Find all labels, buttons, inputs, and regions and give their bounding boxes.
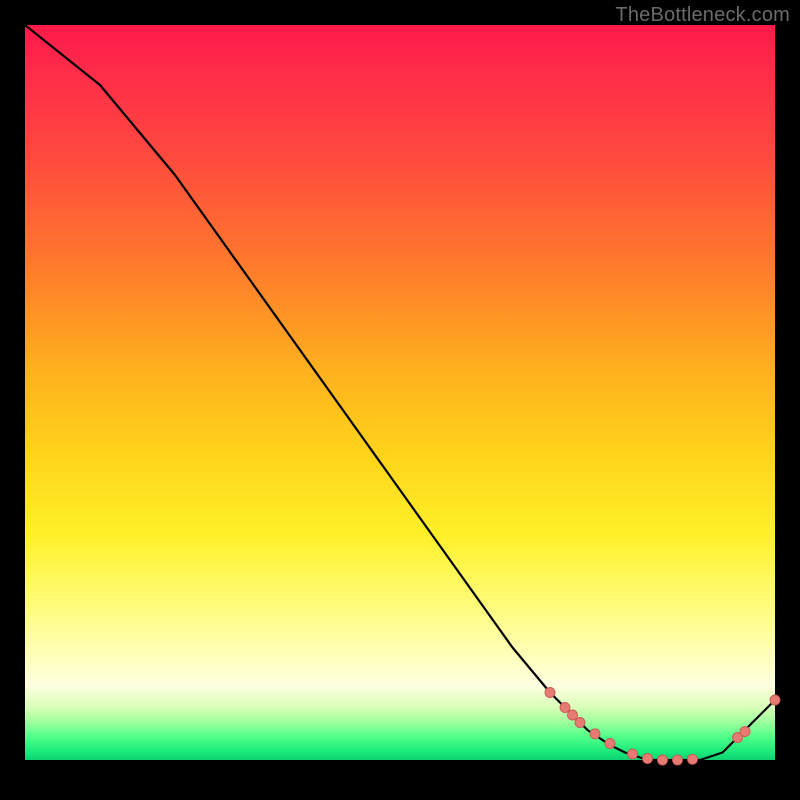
bottleneck-curve-line <box>25 25 775 760</box>
data-point <box>545 688 555 698</box>
plot-area <box>25 25 775 775</box>
data-point <box>590 729 600 739</box>
data-point <box>560 703 570 713</box>
data-point-markers <box>545 688 780 766</box>
data-point <box>605 739 615 749</box>
data-point <box>688 754 698 764</box>
data-point <box>673 755 683 765</box>
data-point <box>770 695 780 705</box>
data-point <box>740 727 750 737</box>
watermark-text: TheBottleneck.com <box>615 4 790 27</box>
chart-stage: TheBottleneck.com <box>0 0 800 800</box>
data-point <box>643 754 653 764</box>
data-point <box>575 718 585 728</box>
data-point <box>628 749 638 759</box>
curve-svg <box>25 25 775 775</box>
data-point <box>658 755 668 765</box>
data-point <box>568 710 578 720</box>
